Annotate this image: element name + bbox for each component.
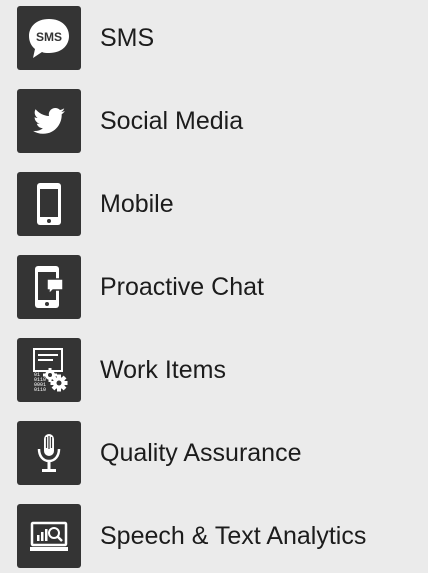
list-item-sms[interactable]: SMS SMS	[17, 6, 154, 70]
list-item-proactive-chat[interactable]: Proactive Chat	[17, 255, 264, 319]
sms-bubble-icon: SMS	[17, 6, 81, 70]
microphone-icon	[17, 421, 81, 485]
channel-list: SMS SMS Social Media Mobile Proactive Ch…	[0, 0, 428, 573]
list-item-quality-assurance[interactable]: Quality Assurance	[17, 421, 302, 485]
list-item-label: Social Media	[100, 106, 244, 135]
list-item-mobile[interactable]: Mobile	[17, 172, 174, 236]
work-items-gears-icon: 01 0110 0001 0110	[17, 338, 81, 402]
list-item-social-media[interactable]: Social Media	[17, 89, 243, 153]
list-item-work-items[interactable]: 01 0110 0001 0110 Work Items	[17, 338, 226, 402]
list-item-label: SMS	[100, 23, 155, 52]
twitter-bird-icon	[17, 89, 81, 153]
list-item-label: Mobile	[100, 189, 174, 218]
phone-chat-icon	[17, 255, 81, 319]
analytics-monitor-icon	[17, 504, 81, 568]
list-item-label: Proactive Chat	[100, 272, 264, 301]
list-item-label: Work Items	[100, 355, 226, 384]
smartphone-icon	[17, 172, 81, 236]
list-item-label: Quality Assurance	[100, 438, 302, 467]
list-item-label: Speech & Text Analytics	[100, 521, 367, 550]
sms-badge-text: SMS	[36, 30, 62, 44]
svg-text:0110: 0110	[34, 387, 46, 393]
list-item-speech-text-analytics[interactable]: Speech & Text Analytics	[17, 504, 366, 568]
